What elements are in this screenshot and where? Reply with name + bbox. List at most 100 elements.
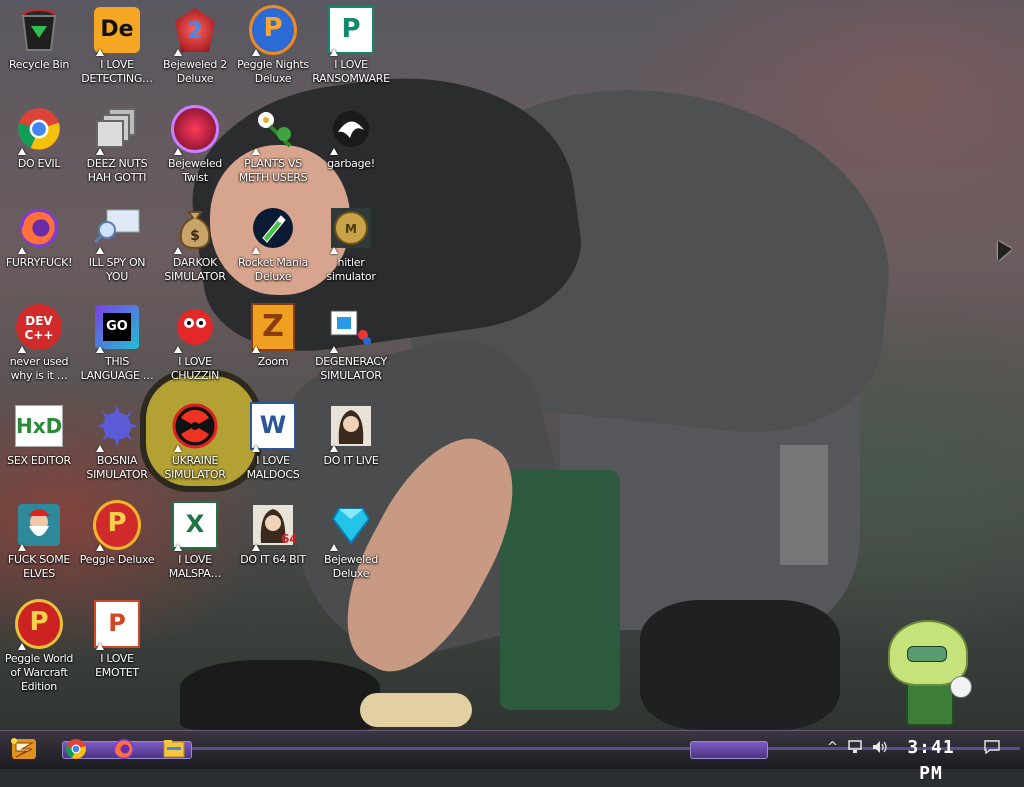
desktop-icon[interactable]: PI LOVE RANSOMWARE xyxy=(312,6,390,86)
desktop-icon[interactable]: garbage! xyxy=(312,105,390,171)
desktop-icon-label: Recycle Bin xyxy=(8,58,70,71)
desktop-icon-label: DO IT 64 BIT xyxy=(240,553,306,566)
search-monitor-icon xyxy=(93,204,141,254)
desktop-icon[interactable]: DO EVIL xyxy=(0,105,78,171)
firefox-icon xyxy=(15,204,63,254)
desktop-icon-label: DEGENERACY SIMULATOR xyxy=(315,355,387,382)
desktop-icon[interactable]: DEEZ NUTS HAH GOTTI xyxy=(78,105,156,185)
peggle-nights-icon: P xyxy=(249,5,297,56)
money-bag-icon: $ xyxy=(171,204,219,254)
desktop-icon[interactable]: $ DARKOK SIMULATOR xyxy=(156,204,234,284)
desktop-icon[interactable]: Bejeweled Twist xyxy=(156,105,234,185)
peggle-wow-icon: P xyxy=(15,599,63,650)
desktop-icon[interactable]: DEGENERACY SIMULATOR xyxy=(312,303,390,383)
tray-chevron-icon[interactable]: ^ xyxy=(827,740,838,755)
desktop-icon-label: Bejeweled Twist xyxy=(167,157,222,184)
bejeweled-2-icon: 2 xyxy=(171,6,219,56)
svg-text:64: 64 xyxy=(281,532,295,546)
desktop-icon-label: DARKOK SIMULATOR xyxy=(164,256,226,283)
desktop-icon[interactable]: I LOVE CHUZZIN xyxy=(156,303,234,383)
shortcut-arrow-icon xyxy=(96,148,104,155)
shortcut-arrow-icon xyxy=(174,148,182,155)
desktop-icon[interactable]: P Peggle Nights Deluxe xyxy=(234,5,312,86)
desktop-icon[interactable]: P Peggle World of Warcraft Edition xyxy=(0,599,78,694)
desktop-icon[interactable]: GO THIS LANGUAGE … xyxy=(78,303,156,383)
shortcut-arrow-icon xyxy=(252,247,260,254)
shortcut-arrow-icon xyxy=(96,643,104,650)
network-icon[interactable] xyxy=(847,739,863,755)
desktop-icon-label: I LOVE MALDOCS xyxy=(246,454,300,481)
desktop-icon-label: BOSNIA SIMULATOR xyxy=(86,454,148,481)
stacked-windows-icon xyxy=(93,105,141,155)
desktop-icon[interactable]: UKRAINE SIMULATOR xyxy=(156,402,234,482)
desktop-icon[interactable]: XI LOVE MALSPA… xyxy=(156,501,234,581)
desktop-icon[interactable]: Bejeweled Deluxe xyxy=(312,501,390,581)
desktop-icon[interactable]: FUCK SOME ELVES xyxy=(0,501,78,581)
desktop-icon[interactable]: 2 Bejeweled 2 Deluxe xyxy=(156,6,234,86)
desktop-icon-label: I LOVE RANSOMWARE xyxy=(312,58,390,85)
desktop-icon[interactable]: 64 DO IT 64 BIT xyxy=(234,501,312,567)
shortcut-arrow-icon xyxy=(174,247,182,254)
shortcut-arrow-icon xyxy=(174,346,182,353)
desktop-icon-label: Bejeweled Deluxe xyxy=(323,553,378,580)
desktop-icon[interactable]: DO IT LIVE xyxy=(312,402,390,468)
desktop-icon-label: DO IT LIVE xyxy=(323,454,379,467)
radiation-icon xyxy=(171,402,219,452)
zuma-icon: Z xyxy=(249,303,297,353)
chrome-taskbar-button[interactable] xyxy=(62,735,90,763)
desktop-icon-label: DEEZ NUTS HAH GOTTI xyxy=(86,157,148,184)
desktop-icon[interactable]: PLANTS VS METH USERS xyxy=(234,105,312,185)
shortcut-arrow-icon xyxy=(330,445,338,452)
start-icon[interactable] xyxy=(8,733,40,765)
desktop-icon-label: garbage! xyxy=(327,157,375,170)
desktop-icon[interactable]: De I LOVE DETECTING… xyxy=(78,6,156,86)
desktop-icon[interactable]: FURRYFUCK! xyxy=(0,204,78,270)
desktop-icon[interactable]: Z Zoom xyxy=(234,303,312,369)
portrait-64-icon: 64 xyxy=(249,501,297,551)
desktop-icon-label: SEX EDITOR xyxy=(7,454,71,467)
desktop-icon[interactable]: WI LOVE MALDOCS xyxy=(234,402,312,482)
desktop-icon-label: hitler simulator xyxy=(326,256,376,283)
diamond-icon xyxy=(327,501,375,551)
wallpaper-bat xyxy=(360,693,472,727)
hxd-icon: HxD xyxy=(15,402,63,450)
desktop-icon-label: FUCK SOME ELVES xyxy=(7,553,71,580)
desktop-icon[interactable]: Recycle Bin xyxy=(0,6,78,72)
desktop-icon[interactable]: DEV C++ never used why is it … xyxy=(0,303,78,383)
notification-icon[interactable] xyxy=(983,739,1001,755)
shortcut-arrow-icon xyxy=(18,148,26,155)
desktop-icon-label: DO EVIL xyxy=(17,157,61,170)
shortcut-arrow-icon xyxy=(330,544,338,551)
file-explorer-taskbar-button[interactable] xyxy=(160,735,188,763)
shortcut-arrow-icon xyxy=(96,49,104,56)
chuzzle-icon xyxy=(171,303,219,353)
taskbar-clock[interactable]: 3:41 PM xyxy=(898,735,964,784)
rocket-icon xyxy=(249,204,297,254)
desktop-icon[interactable]: Mhitler simulator xyxy=(312,204,390,284)
desktop-icon-label: ILL SPY ON YOU xyxy=(88,256,146,283)
santa-icon xyxy=(15,501,63,551)
shortcut-arrow-icon xyxy=(18,247,26,254)
desktop-icon-label: PLANTS VS METH USERS xyxy=(238,157,308,184)
chrome-icon xyxy=(15,105,63,155)
desktop-icon[interactable]: Rocket Mania Deluxe xyxy=(234,204,312,284)
svg-text:$: $ xyxy=(190,228,200,244)
desktop-icon[interactable]: HxD SEX EDITOR xyxy=(0,402,78,468)
shortcut-arrow-icon xyxy=(96,544,104,551)
wallpaper-shoe-right xyxy=(640,600,840,730)
desktop-icon[interactable]: PI LOVE EMOTET xyxy=(78,600,156,680)
shortcut-arrow-icon xyxy=(96,346,104,353)
shortcut-arrow-icon xyxy=(330,49,338,56)
desktop-icon[interactable]: BOSNIA SIMULATOR xyxy=(78,402,156,482)
desktop-icon[interactable]: ILL SPY ON YOU xyxy=(78,204,156,284)
shortcut-arrow-icon xyxy=(330,247,338,254)
coin-medal-icon: M xyxy=(327,204,375,254)
shortcut-arrow-icon xyxy=(96,247,104,254)
photo-app-icon xyxy=(327,303,375,353)
shortcut-arrow-icon xyxy=(174,49,182,56)
bejeweled-twist-icon xyxy=(171,105,219,155)
firefox-taskbar-button[interactable] xyxy=(110,735,138,763)
desktop-icon[interactable]: P Peggle Deluxe xyxy=(78,500,156,567)
volume-icon[interactable] xyxy=(871,739,889,755)
shortcut-arrow-icon xyxy=(252,445,260,452)
